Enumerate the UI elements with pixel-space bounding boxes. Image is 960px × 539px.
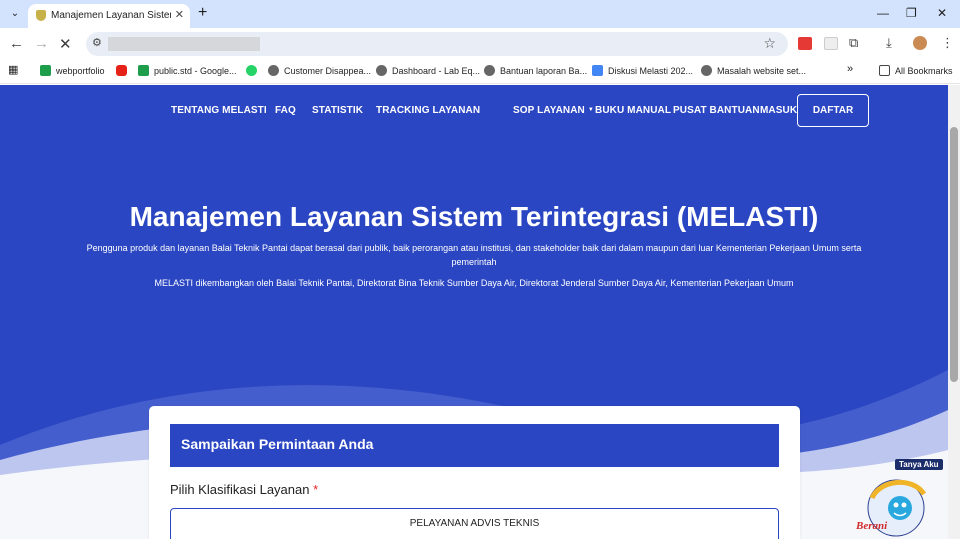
extension-blank-icon[interactable] (824, 37, 838, 50)
bookmark-diskusi[interactable]: Diskusi Melasti 202... (592, 65, 693, 76)
form-header-title: Sampaikan Permintaan Anda (181, 436, 374, 452)
forward-arrow-icon[interactable]: → (34, 35, 49, 52)
new-tab-plus-icon[interactable]: + (198, 4, 207, 22)
apps-grid-icon[interactable]: ▦ (8, 63, 18, 76)
chat-label: Tanya Aku (895, 459, 943, 470)
stop-loading-icon[interactable]: ✕ (59, 35, 72, 53)
minimize-icon[interactable]: — (877, 6, 889, 20)
tab-close-icon[interactable]: ✕ (175, 8, 184, 21)
address-bar[interactable]: ⚙ ☆ (86, 32, 788, 56)
download-icon[interactable]: ⤓ (886, 35, 892, 51)
bookmark-masalah[interactable]: Masalah website set... (701, 65, 806, 76)
nav-statistik[interactable]: STATISTIK (312, 105, 363, 116)
bookmark-public-std[interactable]: public.std - Google... (138, 65, 237, 76)
extension-red-icon[interactable] (798, 37, 812, 50)
mascot-icon: Berani (855, 479, 927, 537)
browser-tab[interactable]: Manajemen Layanan Sistem Ter ✕ (28, 4, 190, 28)
youtube-icon (116, 65, 127, 76)
bookmark-customer[interactable]: Customer Disappea... (268, 65, 371, 76)
bookmark-whatsapp[interactable] (246, 65, 262, 76)
nav-tracking-layanan[interactable]: TRACKING LAYANAN (376, 105, 480, 116)
sheets-icon (40, 65, 51, 76)
page-scrollbar[interactable] (948, 85, 960, 539)
web-page: TENTANG MELASTI FAQ STATISTIK TRACKING L… (0, 85, 948, 539)
request-form-card: Sampaikan Permintaan Anda Pilih Klasifik… (149, 406, 800, 539)
tab-search-chevron-icon[interactable]: ⌄ (6, 5, 24, 23)
globe-icon (484, 65, 495, 76)
more-bookmarks-chevron-icon[interactable]: » (847, 63, 853, 75)
scrollbar-thumb[interactable] (950, 127, 958, 382)
chat-assistant-widget[interactable]: Berani Tanya Aku (852, 458, 946, 539)
dropdown-caret-icon: ▼ (587, 107, 594, 113)
nav-pusat-bantuan[interactable]: PUSAT BANTUAN (673, 105, 760, 116)
whatsapp-icon (246, 65, 257, 76)
site-info-icon[interactable]: ⚙ (92, 36, 102, 49)
nav-buku-manual[interactable]: BUKU MANUAL (595, 105, 671, 116)
tab-favicon-icon (36, 10, 46, 21)
globe-icon (376, 65, 387, 76)
nav-masuk[interactable]: MASUK (760, 105, 797, 116)
hero-title: Manajemen Layanan Sistem Terintegrasi (M… (129, 201, 819, 232)
browser-menu-icon[interactable]: ⋮ (941, 35, 954, 51)
back-arrow-icon[interactable]: ← (9, 35, 24, 52)
nav-faq[interactable]: FAQ (275, 105, 296, 116)
nav-sop-layanan[interactable]: SOP LAYANAN ▼ (513, 105, 594, 116)
hero-description-developer: MELASTI dikembangkan oleh Balai Teknik P… (154, 278, 794, 288)
bookmark-webportfolio[interactable]: webportfolio (40, 65, 105, 76)
folder-icon (879, 65, 890, 76)
service-classification-label: Pilih Klasifikasi Layanan * (170, 482, 319, 497)
required-marker: * (313, 482, 319, 497)
bookmark-dashboard[interactable]: Dashboard - Lab Eq... (376, 65, 480, 76)
bookmarks-bar: ▦ webportfolio public.std - Google... Cu… (0, 60, 960, 84)
sheets-icon (138, 65, 149, 76)
bookmark-star-icon[interactable]: ☆ (763, 35, 776, 52)
tab-title: Manajemen Layanan Sistem Ter (51, 10, 171, 21)
form-header: Sampaikan Permintaan Anda (170, 424, 779, 467)
hero-description: Pengguna produk dan layanan Balai Teknik… (86, 243, 862, 267)
service-option-advis-teknis[interactable]: PELAYANAN ADVIS TEKNIS (170, 508, 779, 539)
close-window-icon[interactable]: ✕ (937, 6, 947, 20)
bookmark-youtube[interactable] (116, 65, 132, 76)
globe-icon (701, 65, 712, 76)
bookmark-bantuan[interactable]: Bantuan laporan Ba... (484, 65, 587, 76)
register-button[interactable]: DAFTAR (797, 94, 869, 127)
nav-tentang-melasti[interactable]: TENTANG MELASTI (171, 105, 267, 116)
extensions-puzzle-icon[interactable]: ⧉ (849, 35, 858, 51)
chat-brand-text: Berani (855, 520, 888, 532)
redacted-url (108, 37, 260, 51)
restore-icon[interactable]: ❐ (906, 6, 917, 20)
browser-toolbar: ← → ✕ ⚙ ☆ ⧉ ⤓ ⋮ (0, 28, 960, 60)
docs-icon (592, 65, 603, 76)
globe-icon (268, 65, 279, 76)
all-bookmarks[interactable]: All Bookmarks (879, 65, 953, 76)
tab-strip: ⌄ Manajemen Layanan Sistem Ter ✕ + — ❐ ✕ (0, 0, 960, 28)
profile-avatar[interactable] (913, 36, 927, 50)
